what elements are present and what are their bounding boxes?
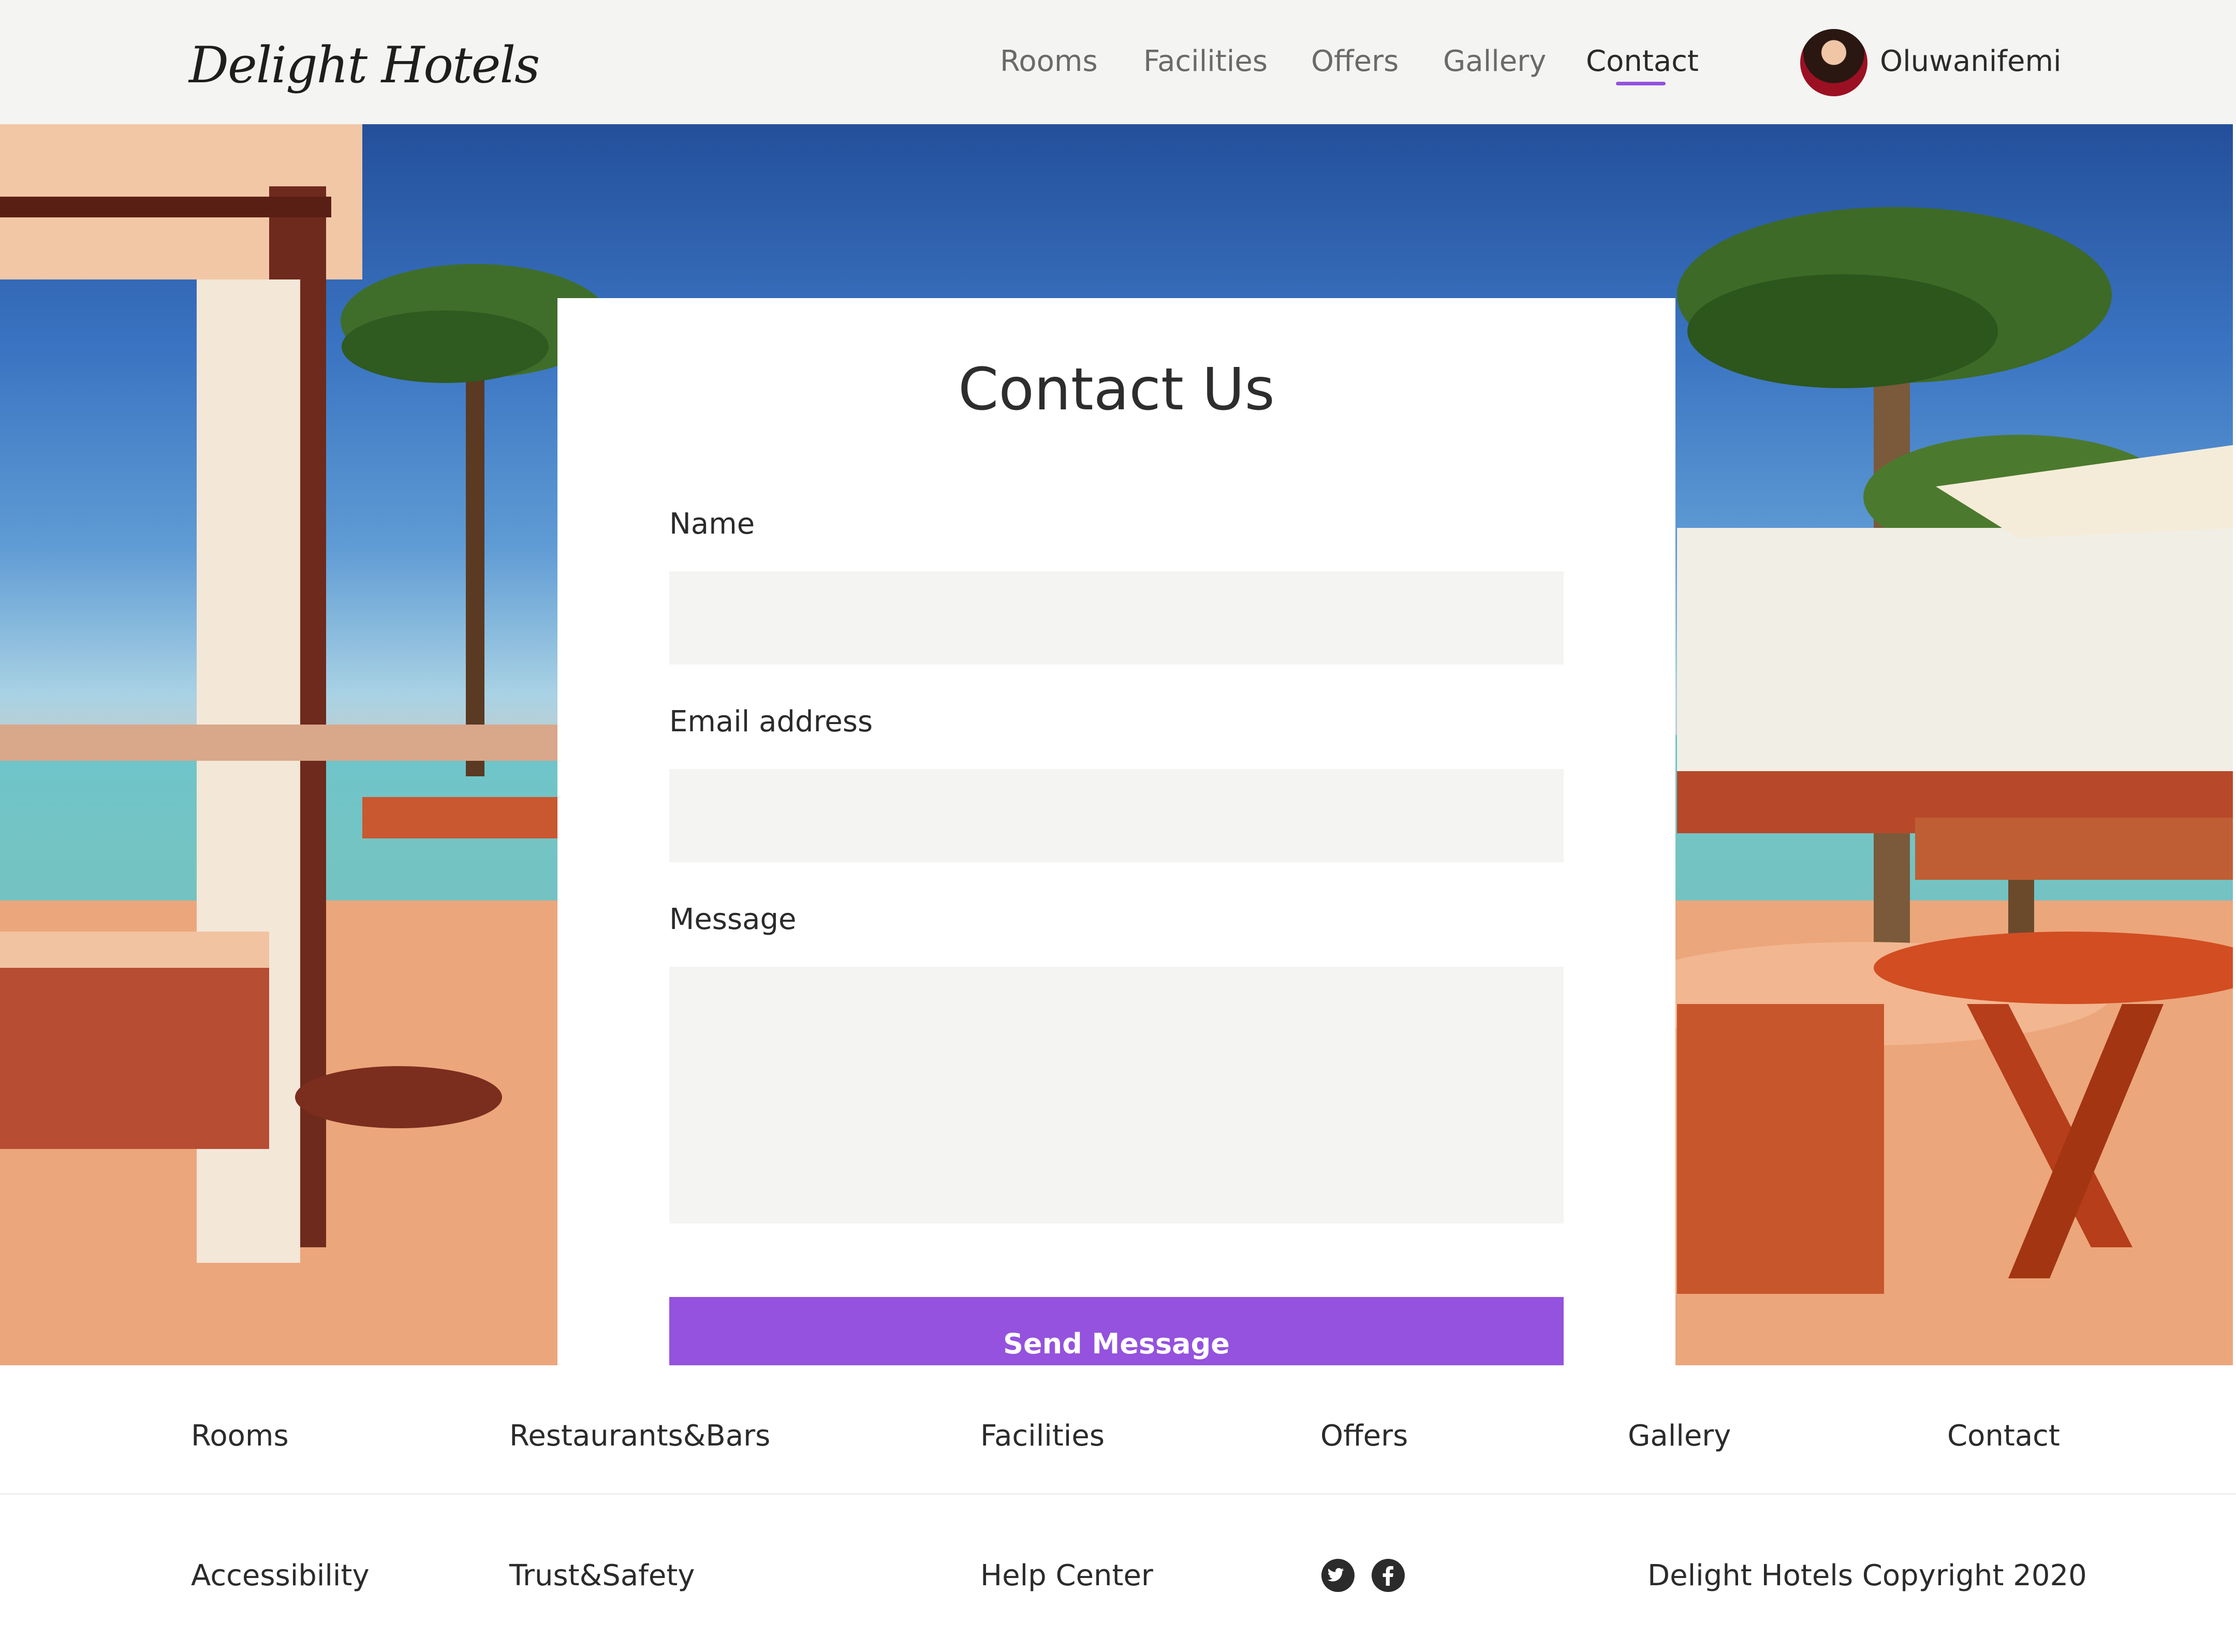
twitter-icon[interactable] — [1321, 1559, 1355, 1592]
name-label: Name — [669, 507, 755, 541]
twitter-icon-glyph — [1327, 1568, 1344, 1582]
footer-link-rooms[interactable]: Rooms — [191, 1419, 289, 1453]
facebook-icon-glyph — [1382, 1566, 1393, 1586]
footer-link-accessibility[interactable]: Accessibility — [191, 1559, 370, 1592]
message-label: Message — [669, 903, 797, 936]
footer-link-contact[interactable]: Contact — [1947, 1419, 2060, 1453]
nav-item-offers[interactable]: Offers — [1311, 45, 1399, 78]
facebook-icon[interactable] — [1372, 1559, 1405, 1592]
footer-link-gallery[interactable]: Gallery — [1628, 1419, 1731, 1453]
footer-bottom: Accessibility Trust&Safety Help Center D… — [0, 1496, 2236, 1652]
footer-link-offers[interactable]: Offers — [1320, 1419, 1408, 1453]
contact-title: Contact Us — [958, 356, 1275, 423]
footer-nav: Rooms Restaurants&Bars Facilities Offers… — [0, 1365, 2236, 1495]
nav-item-contact[interactable]: Contact — [1586, 45, 1699, 78]
message-textarea[interactable] — [669, 967, 1564, 1223]
user-name[interactable]: Oluwanifemi — [1880, 45, 2062, 78]
footer-link-trust-safety[interactable]: Trust&Safety — [509, 1559, 695, 1592]
active-nav-indicator — [1616, 82, 1666, 85]
nav-item-facilities[interactable]: Facilities — [1143, 45, 1268, 78]
footer-link-help-center[interactable]: Help Center — [980, 1559, 1153, 1592]
hero-background-image: Contact Us Name Email address Message Se… — [0, 124, 2233, 1365]
copyright-text: Delight Hotels Copyright 2020 — [1647, 1559, 2087, 1592]
user-avatar[interactable] — [1800, 29, 1867, 96]
nav-item-rooms[interactable]: Rooms — [1000, 45, 1098, 78]
footer-link-restaurants-bars[interactable]: Restaurants&Bars — [509, 1419, 770, 1453]
nav-item-gallery[interactable]: Gallery — [1443, 45, 1546, 78]
contact-form-card: Contact Us Name Email address Message Se… — [557, 298, 1675, 1365]
site-header: Delight Hotels Rooms Facilities Offers G… — [0, 0, 2236, 124]
name-input[interactable] — [669, 571, 1564, 665]
send-message-button[interactable]: Send Message — [669, 1297, 1564, 1365]
email-label: Email address — [669, 705, 873, 739]
email-input[interactable] — [669, 769, 1564, 862]
footer-link-facilities[interactable]: Facilities — [980, 1419, 1105, 1453]
